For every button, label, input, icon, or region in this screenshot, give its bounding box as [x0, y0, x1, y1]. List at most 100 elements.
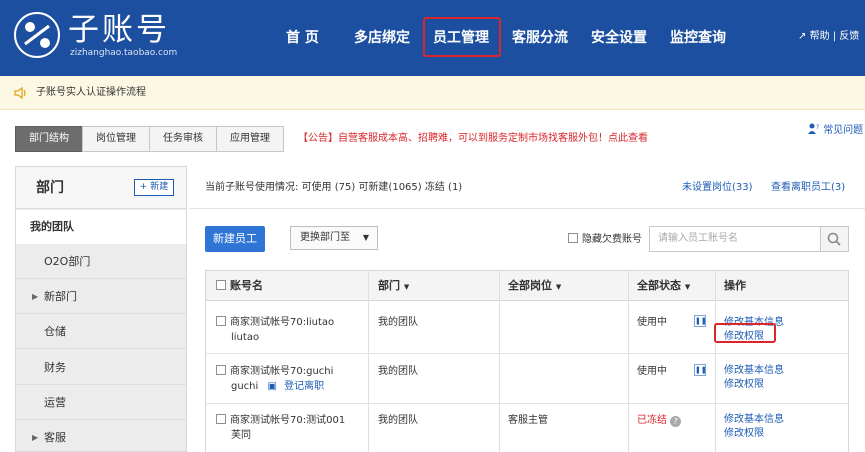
sidebar-item-warehouse[interactable]: 仓储 — [16, 314, 186, 349]
row-status: 使用中 — [637, 317, 667, 328]
tab-dept-structure[interactable]: 部门结构 — [15, 126, 83, 152]
nav-home[interactable]: 首 页 — [286, 26, 319, 50]
sidebar-header: 部门 + 新建 — [16, 167, 186, 209]
nav-active-highlight — [423, 17, 501, 57]
svg-text:?: ? — [816, 124, 819, 131]
view-left-staff-link[interactable]: 查看离职员工(3) — [771, 181, 845, 195]
checkbox-box[interactable] — [568, 233, 578, 243]
pause-icon[interactable]: ❚❚ — [694, 315, 707, 327]
employee-search-input[interactable]: 请输入员工账号名 — [649, 226, 821, 252]
tab-task-review[interactable]: 任务审核 — [149, 126, 217, 152]
caret-down-icon: ▼ — [555, 283, 562, 291]
faq-link[interactable]: ? 常见问题 — [808, 123, 863, 139]
sidebar-item-my-team[interactable]: 我的团队 — [16, 210, 186, 244]
sidebar-item-operations[interactable]: 运营 — [16, 385, 186, 420]
row-divider — [206, 353, 848, 354]
unset-post-link[interactable]: 未设置岗位(33) — [682, 181, 753, 195]
help-link[interactable]: ↗ 帮助 | 反馈 — [798, 29, 859, 45]
top-header: 子账号 zizhanghao.taobao.com 首 页 多店绑定 员工管理 … — [0, 0, 865, 76]
account-name: 商家测试帐号70:guchi — [230, 366, 334, 377]
table-row-account: 商家测试帐号70:测试001 — [216, 413, 345, 428]
pause-icon[interactable]: ❚❚ — [694, 364, 707, 376]
account-nickname: 芙同 — [231, 430, 251, 441]
row-checkbox[interactable] — [216, 365, 226, 375]
id-card-icon: ▣ — [267, 381, 277, 392]
header-dept-label: 部门 — [378, 279, 400, 292]
row-status-frozen: 已冻结? — [637, 413, 681, 428]
sidebar-item-finance[interactable]: 财务 — [16, 350, 186, 385]
help-text: 帮助 | 反馈 — [809, 31, 860, 42]
hide-overdue-label: 隐藏欠费账号 — [582, 234, 642, 245]
change-dept-label: 更换部门至 — [300, 232, 350, 243]
account-nickname: liutao — [231, 332, 260, 343]
nav-service-routing[interactable]: 客服分流 — [512, 26, 568, 50]
header-status-label: 全部状态 — [637, 279, 681, 292]
nav-multi-shop[interactable]: 多店绑定 — [354, 26, 410, 50]
select-all-checkbox[interactable] — [216, 280, 226, 290]
header-account-label: 账号名 — [230, 279, 263, 292]
edit-permission-link[interactable]: 修改权限 — [724, 377, 764, 392]
column-divider — [368, 271, 369, 452]
sidebar-item-label: 运营 — [44, 396, 66, 409]
edit-info-link[interactable]: 修改基本信息 — [724, 412, 784, 427]
sidebar-title: 部门 — [36, 180, 64, 196]
sidebar-item-new-dept[interactable]: ▶ 新部门 — [16, 279, 186, 314]
table-row-account: 商家测试帐号70:liutao — [216, 315, 334, 330]
expand-arrow-icon[interactable]: ▶ — [32, 432, 38, 444]
register-leave-link[interactable]: 登记离职 — [284, 381, 324, 392]
new-employee-button[interactable]: 新建员工 — [205, 226, 265, 252]
edit-info-link[interactable]: 修改基本信息 — [724, 363, 784, 378]
column-divider — [499, 271, 500, 452]
change-dept-dropdown[interactable]: 更换部门至 ▼ — [290, 226, 378, 250]
row-divider — [206, 403, 848, 404]
sidebar-item-label: 我的团队 — [30, 220, 74, 233]
logo-subtitle: zizhanghao.taobao.com — [70, 48, 178, 58]
new-dept-button[interactable]: + 新建 — [134, 179, 174, 196]
user-question-icon: ? — [808, 123, 819, 134]
sidebar-item-label: 仓储 — [44, 325, 66, 338]
notice-link[interactable]: 子账号实人认证操作流程 — [36, 85, 146, 101]
faq-text: 常见问题 — [823, 125, 864, 136]
caret-down-icon: ▼ — [362, 233, 369, 242]
tab-app-management[interactable]: 应用管理 — [216, 126, 284, 152]
column-divider — [628, 271, 629, 452]
account-usage-text: 当前子账号使用情况: 可使用 (75) 可新建(1065) 冻结 (1) — [205, 182, 463, 193]
header-account[interactable]: 账号名 — [216, 279, 263, 293]
caret-down-icon: ▼ — [684, 283, 691, 291]
header-dept[interactable]: 部门 ▼ — [378, 279, 409, 294]
caret-down-icon: ▼ — [403, 283, 410, 291]
sidebar-item-label: 客服 — [44, 431, 66, 444]
tab-post-management[interactable]: 岗位管理 — [82, 126, 150, 152]
header-post[interactable]: 全部岗位 ▼ — [508, 279, 561, 294]
header-status[interactable]: 全部状态 ▼ — [637, 279, 690, 294]
row-dept: 我的团队 — [378, 366, 418, 377]
search-icon — [827, 232, 841, 246]
question-icon[interactable]: ? — [670, 416, 681, 427]
header-post-label: 全部岗位 — [508, 279, 552, 292]
row-dept: 我的团队 — [378, 415, 418, 426]
account-name: 商家测试帐号70:测试001 — [230, 415, 346, 426]
notice-bar: 子账号实人认证操作流程 — [0, 76, 865, 110]
expand-arrow-icon[interactable]: ▶ — [32, 291, 38, 303]
dept-sidebar: 部门 + 新建 我的团队 O2O部门 ▶ 新部门 仓储 财务 运营 ▶ 客服 — [15, 166, 187, 452]
sidebar-item-customer-service[interactable]: ▶ 客服 — [16, 420, 186, 452]
nav-security[interactable]: 安全设置 — [591, 26, 647, 50]
external-link-icon: ↗ — [798, 31, 807, 42]
sidebar-item-label: 财务 — [44, 361, 66, 374]
hide-overdue-checkbox[interactable]: 隐藏欠费账号 — [568, 233, 642, 247]
row-post: 客服主管 — [508, 415, 548, 426]
announcement-link[interactable]: 【公告】自营客服成本高、招聘难，可以到服务定制市场找客服外包！点此查看 — [298, 131, 648, 147]
sidebar-item-label: O2O部门 — [44, 255, 91, 268]
sidebar-item-o2o[interactable]: O2O部门 — [16, 244, 186, 279]
row-status: 已冻结 — [637, 415, 667, 426]
edit-permission-highlight — [714, 323, 776, 343]
logo-title: 子账号 — [68, 12, 170, 48]
row-checkbox[interactable] — [216, 414, 226, 424]
row-checkbox[interactable] — [216, 316, 226, 326]
edit-permission-link[interactable]: 修改权限 — [724, 426, 764, 441]
header-operation: 操作 — [724, 279, 746, 292]
account-name: 商家测试帐号70:liutao — [230, 317, 335, 328]
divider — [189, 208, 865, 209]
search-button[interactable] — [821, 226, 849, 252]
nav-monitor[interactable]: 监控查询 — [670, 26, 726, 50]
